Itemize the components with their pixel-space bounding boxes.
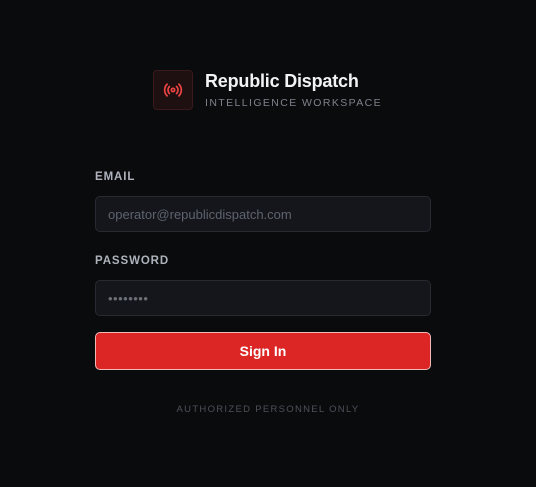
authorized-notice: AUTHORIZED PERSONNEL ONLY	[176, 404, 360, 415]
password-input[interactable]	[95, 280, 431, 316]
login-form: EMAIL PASSWORD Sign In	[95, 170, 431, 370]
sign-in-button[interactable]: Sign In	[95, 332, 431, 370]
app-subtitle: INTELLIGENCE WORKSPACE	[205, 97, 383, 109]
password-label: PASSWORD	[95, 255, 170, 267]
email-label: EMAIL	[95, 171, 136, 183]
app-title: Republic Dispatch	[205, 71, 359, 91]
login-page: Republic Dispatch INTELLIGENCE WORKSPACE…	[0, 0, 536, 487]
broadcast-icon	[163, 83, 183, 97]
brand-header: Republic Dispatch INTELLIGENCE WORKSPACE	[153, 70, 382, 110]
email-input[interactable]	[95, 196, 431, 232]
brand-logo	[153, 70, 193, 110]
brand-text: Republic Dispatch INTELLIGENCE WORKSPACE	[205, 70, 382, 110]
